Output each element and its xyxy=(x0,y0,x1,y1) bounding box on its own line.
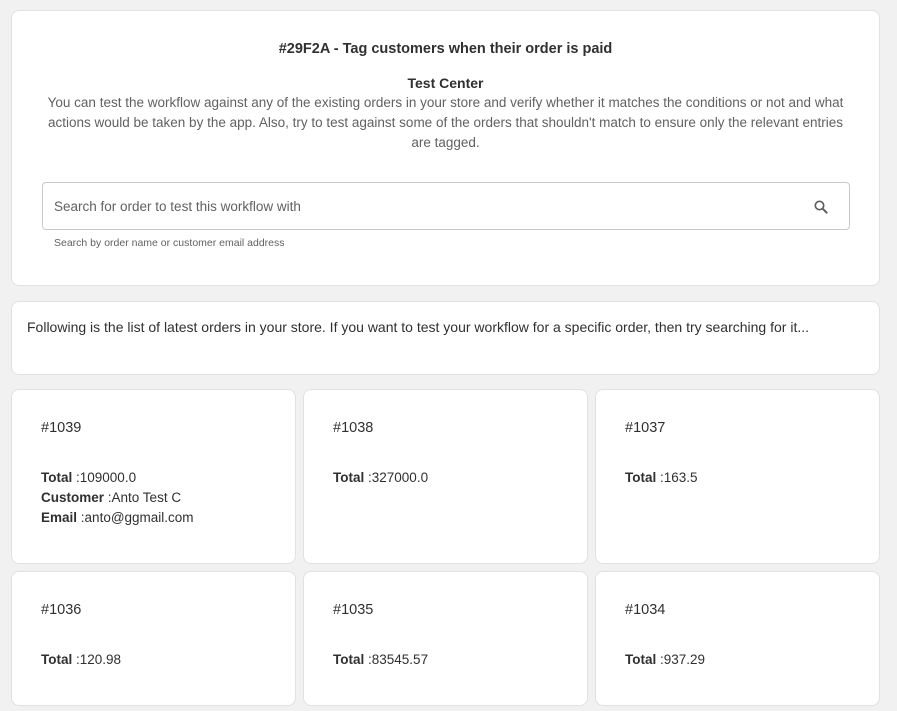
order-customer-label: Customer xyxy=(41,490,105,505)
order-total-value: 120.98 xyxy=(79,652,122,667)
order-total-label: Total xyxy=(41,470,73,485)
order-total-value: 109000.0 xyxy=(79,470,137,485)
order-card[interactable]: #1037 Total :163.5 xyxy=(595,389,880,564)
order-id: #1036 xyxy=(41,602,82,618)
order-total-label: Total xyxy=(625,652,657,667)
order-customer-value: Anto Test C xyxy=(111,490,182,505)
latest-orders-info-card: Following is the list of latest orders i… xyxy=(11,301,880,375)
order-details: Total :109000.0 Customer :Anto Test C Em… xyxy=(41,468,194,528)
order-total-value: 937.29 xyxy=(663,652,706,667)
label-separator: : xyxy=(72,470,80,485)
label-separator: : xyxy=(104,490,112,505)
search-helper-text: Search by order name or customer email a… xyxy=(54,237,285,249)
label-separator: : xyxy=(77,510,85,525)
order-customer-row: Customer :Anto Test C xyxy=(41,488,194,508)
order-total-value: 83545.57 xyxy=(371,652,429,667)
label-separator: : xyxy=(656,470,664,485)
order-total-row: Total :163.5 xyxy=(625,468,698,488)
order-total-row: Total :83545.57 xyxy=(333,650,428,670)
label-separator: : xyxy=(72,652,80,667)
order-id: #1034 xyxy=(625,602,666,618)
test-center-card: #29F2A - Tag customers when their order … xyxy=(11,10,880,286)
order-email-row: Email :anto@ggmail.com xyxy=(41,508,194,528)
search-input[interactable] xyxy=(43,183,803,229)
order-id: #1035 xyxy=(333,602,374,618)
order-card[interactable]: #1038 Total :327000.0 xyxy=(303,389,588,564)
order-id: #1039 xyxy=(41,420,82,436)
order-id: #1038 xyxy=(333,420,374,436)
search-field[interactable] xyxy=(42,182,850,230)
order-details: Total :937.29 xyxy=(625,650,705,670)
order-details: Total :163.5 xyxy=(625,468,698,488)
order-total-row: Total :120.98 xyxy=(41,650,121,670)
order-card[interactable]: #1034 Total :937.29 xyxy=(595,571,880,706)
search-icon[interactable] xyxy=(812,198,830,216)
order-details: Total :120.98 xyxy=(41,650,121,670)
test-center-title: Test Center xyxy=(407,75,484,91)
workflow-title: #29F2A - Tag customers when their order … xyxy=(278,41,613,57)
order-total-value: 163.5 xyxy=(663,470,698,485)
order-card[interactable]: #1035 Total :83545.57 xyxy=(303,571,588,706)
order-total-row: Total :937.29 xyxy=(625,650,705,670)
order-id: #1037 xyxy=(625,420,666,436)
order-card[interactable]: #1039 Total :109000.0 Customer :Anto Tes… xyxy=(11,389,296,564)
order-details: Total :83545.57 xyxy=(333,650,428,670)
order-total-row: Total :109000.0 xyxy=(41,468,194,488)
label-separator: : xyxy=(364,652,372,667)
order-email-label: Email xyxy=(41,510,78,525)
latest-orders-info-text: Following is the list of latest orders i… xyxy=(27,319,809,335)
test-center-description: You can test the workflow against any of… xyxy=(47,95,844,150)
order-email-value: anto@ggmail.com xyxy=(84,510,194,525)
order-total-value: 327000.0 xyxy=(371,470,429,485)
order-total-row: Total :327000.0 xyxy=(333,468,428,488)
label-separator: : xyxy=(656,652,664,667)
order-total-label: Total xyxy=(41,652,73,667)
order-card[interactable]: #1036 Total :120.98 xyxy=(11,571,296,706)
order-total-label: Total xyxy=(333,652,365,667)
order-total-label: Total xyxy=(333,470,365,485)
order-total-label: Total xyxy=(625,470,657,485)
order-details: Total :327000.0 xyxy=(333,468,428,488)
label-separator: : xyxy=(364,470,372,485)
